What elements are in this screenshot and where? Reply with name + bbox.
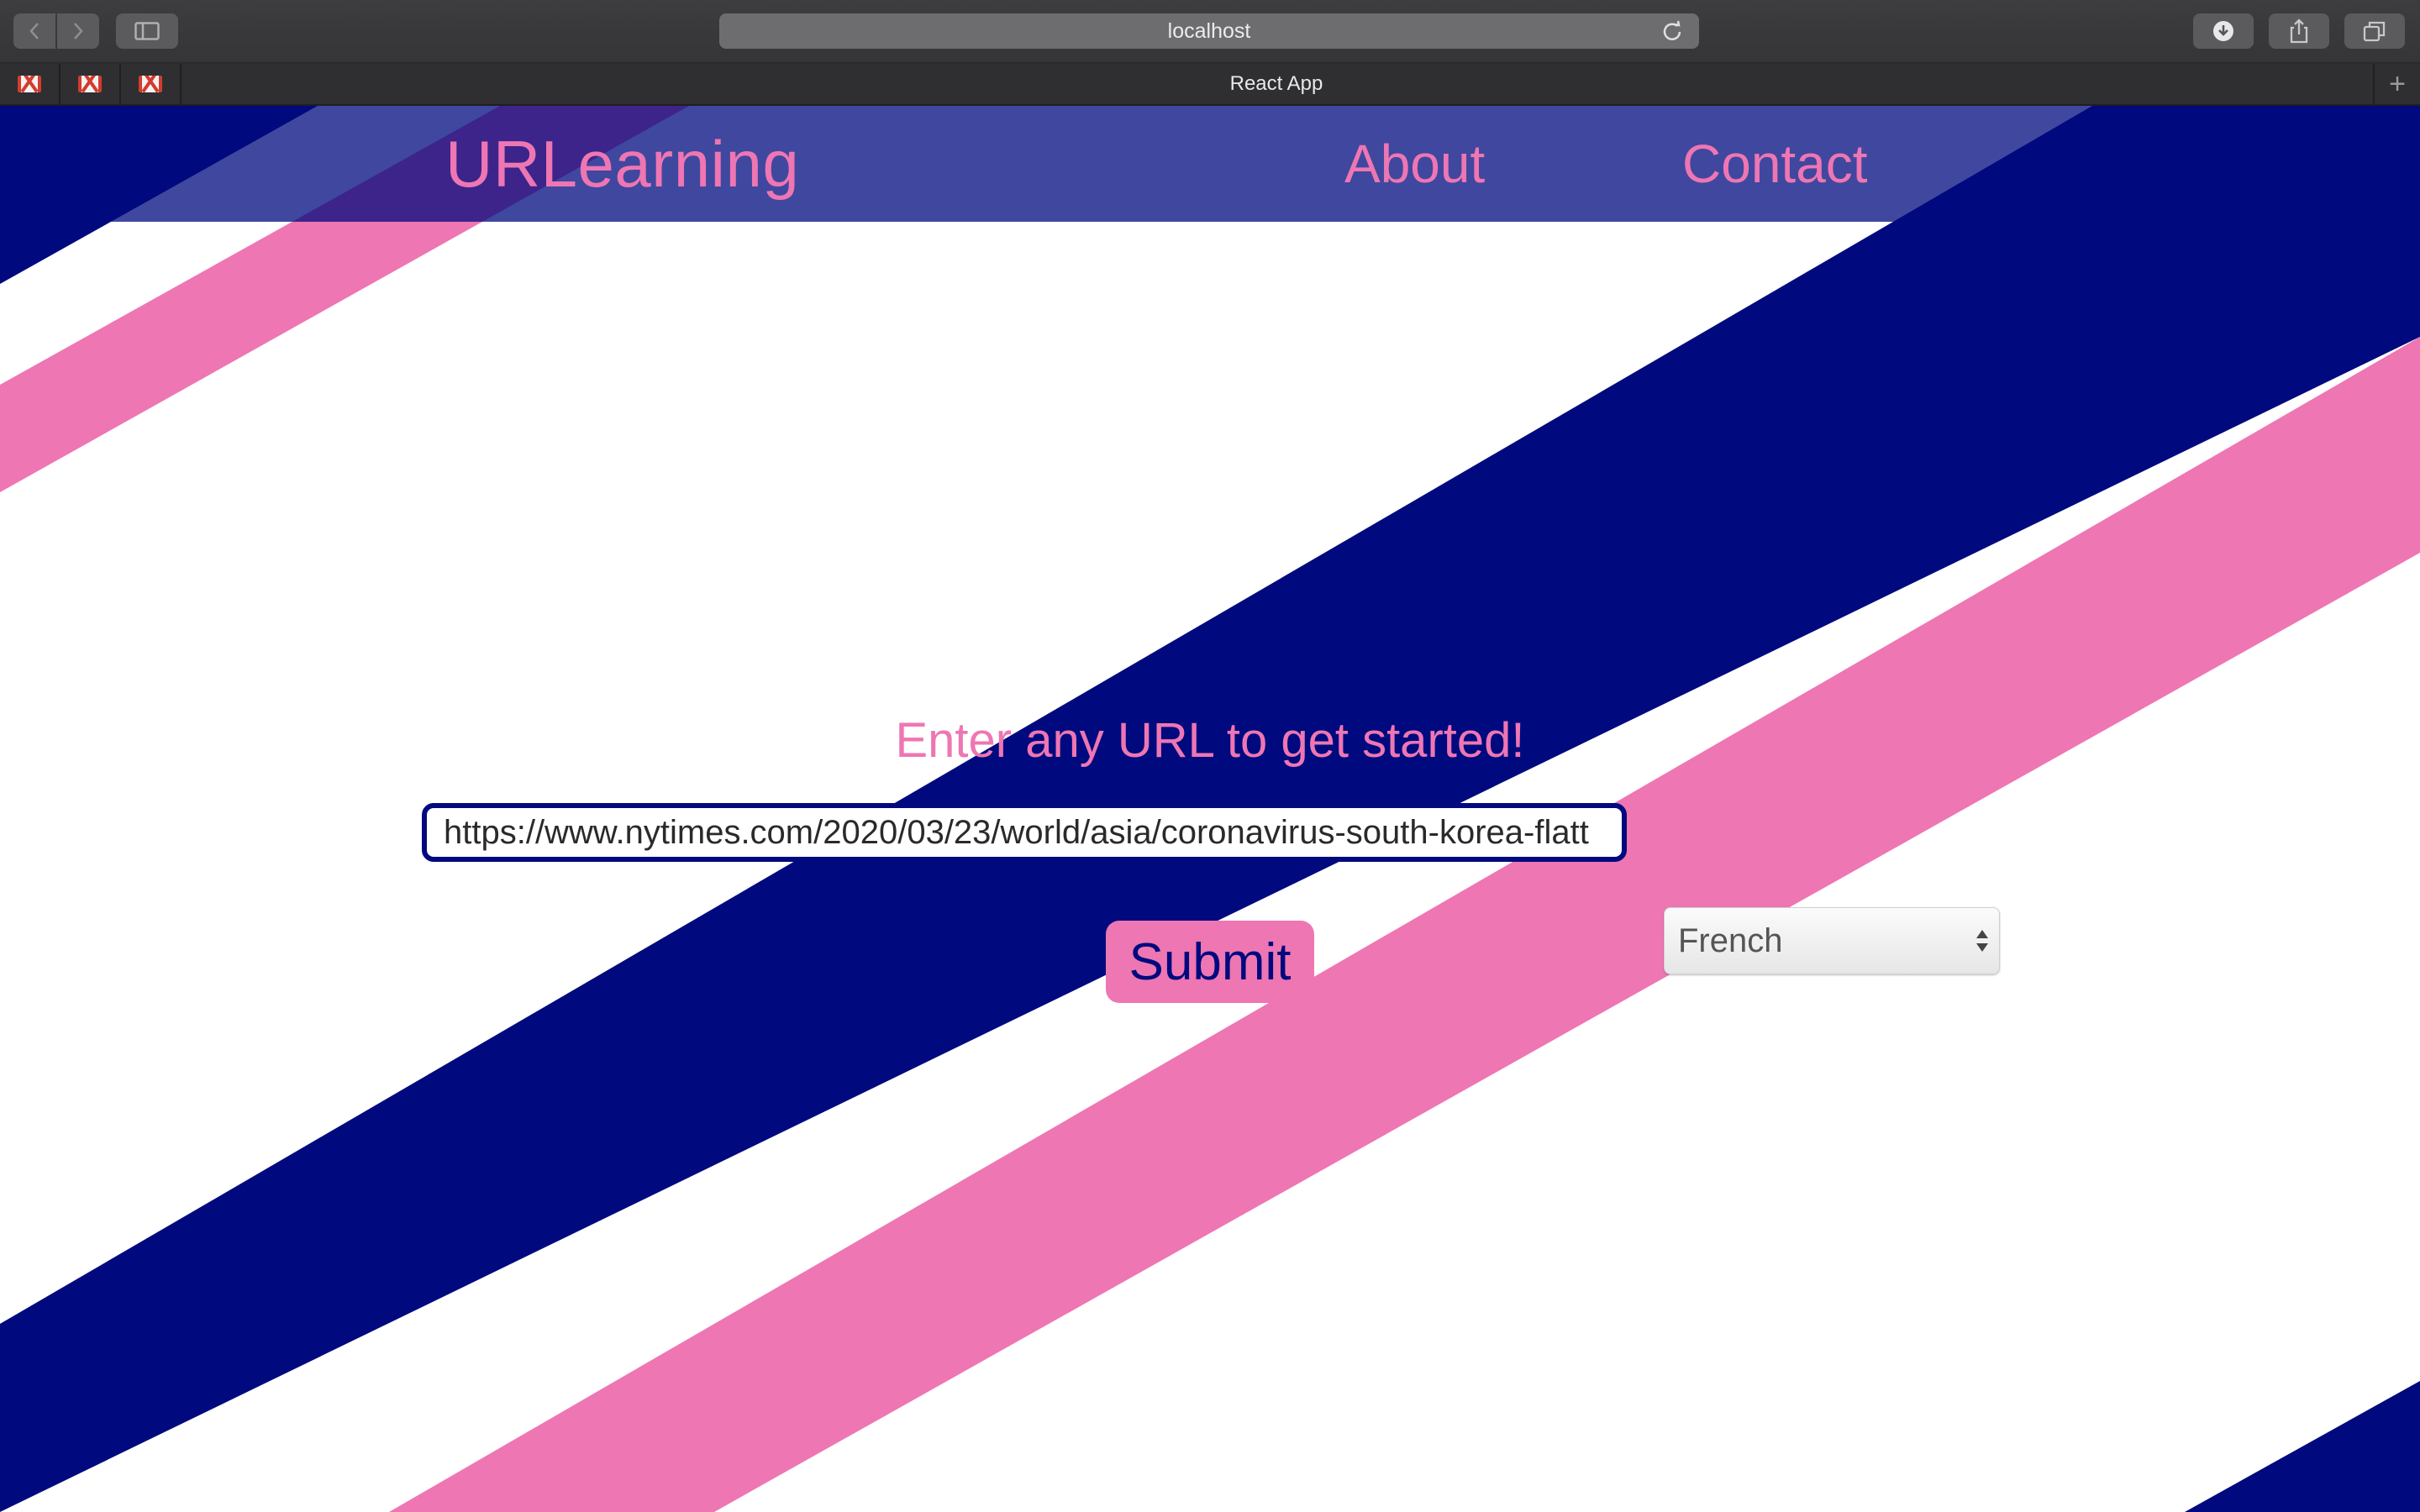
new-tab-button[interactable]: + [2373, 64, 2420, 104]
back-button[interactable] [13, 13, 55, 49]
share-button[interactable] [2269, 13, 2329, 49]
pinned-tab-gmail-2[interactable] [60, 64, 121, 104]
submit-button[interactable]: Submit [1106, 921, 1314, 1003]
select-arrows-icon [1976, 930, 1988, 952]
downloads-button[interactable] [2193, 13, 2254, 49]
gmail-icon [78, 76, 102, 92]
pinned-tab-gmail-3[interactable] [121, 64, 182, 104]
tabs-overview-icon [2363, 21, 2386, 42]
active-tab-title: React App [1229, 72, 1323, 95]
chevron-left-icon [29, 23, 39, 39]
active-tab[interactable]: React App [180, 64, 2373, 104]
reload-icon[interactable] [1660, 19, 1684, 43]
sidebar-icon [134, 22, 160, 40]
gmail-icon [139, 76, 162, 92]
tabs-overview-button[interactable] [2344, 13, 2405, 49]
sidebar-toggle-button[interactable] [116, 13, 178, 49]
nav-contact-link[interactable]: Contact [1682, 106, 1868, 222]
app-header: URLearning About Contact [0, 106, 2420, 222]
gmail-icon [18, 76, 41, 92]
browser-toolbar: localhost [0, 0, 2420, 64]
chevron-right-icon [74, 23, 83, 39]
plus-icon: + [2389, 67, 2406, 100]
page-viewport: URLearning About Contact Enter any URL t… [0, 106, 2420, 1512]
address-text: localhost [1167, 18, 1251, 43]
download-icon [2213, 21, 2233, 41]
tab-bar: React App + [0, 64, 2420, 106]
url-input[interactable] [422, 803, 1627, 862]
address-bar[interactable]: localhost [719, 13, 1699, 49]
nav-about-link[interactable]: About [1344, 106, 1485, 222]
brand-logo[interactable]: URLearning [445, 106, 799, 222]
pinned-tab-gmail-1[interactable] [0, 64, 60, 104]
get-started-prompt: Enter any URL to get started! [895, 713, 1525, 768]
share-icon [2290, 18, 2308, 44]
language-select-value: French [1678, 921, 1783, 959]
forward-button[interactable] [57, 13, 99, 49]
language-select[interactable]: French [1664, 907, 2000, 974]
